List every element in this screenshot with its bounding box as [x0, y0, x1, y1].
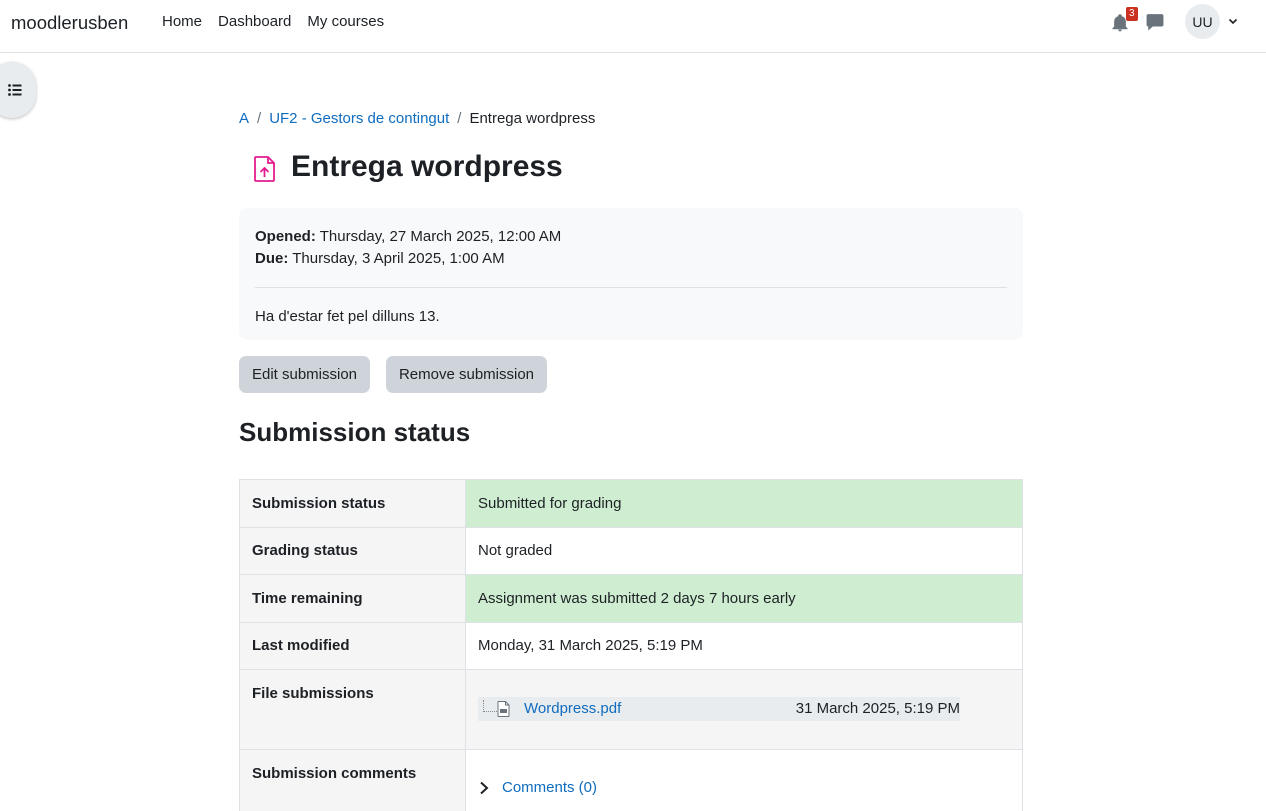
submission-status-value: Submitted for grading: [465, 479, 1023, 528]
site-brand[interactable]: moodlerusben: [11, 12, 128, 34]
remove-submission-button[interactable]: Remove submission: [386, 356, 547, 393]
chevron-right-icon: [480, 781, 489, 794]
breadcrumb-separator: /: [457, 110, 462, 127]
assignment-upload-icon: [254, 156, 275, 182]
file-date: 31 March 2025, 5:19 PM: [795, 700, 960, 717]
table-row: Submission status Submitted for grading: [239, 479, 1023, 528]
nav-home[interactable]: Home: [162, 13, 202, 30]
chat-icon[interactable]: [1146, 13, 1164, 31]
primary-nav: Home Dashboard My courses: [162, 13, 384, 30]
table-row: Last modified Monday, 31 March 2025, 5:1…: [239, 621, 1023, 670]
notification-badge: 3: [1126, 7, 1138, 21]
row-label: Submission status: [239, 479, 466, 528]
row-label: File submissions: [239, 669, 466, 750]
table-row: Grading status Not graded: [239, 526, 1023, 575]
row-label: Grading status: [239, 526, 466, 575]
due-value: Thursday, 3 April 2025, 1:00 AM: [292, 250, 505, 267]
file-link[interactable]: Wordpress.pdf: [524, 700, 621, 717]
nav-my-courses[interactable]: My courses: [307, 13, 384, 30]
user-avatar[interactable]: UU: [1185, 4, 1220, 39]
activity-dates-box: Opened: Thursday, 27 March 2025, 12:00 A…: [239, 208, 1023, 340]
submission-comments-value: Comments (0): [465, 749, 1023, 811]
page-title: Entrega wordpress: [291, 150, 563, 183]
breadcrumb: A / UF2 - Gestors de contingut / Entrega wor…: [239, 110, 595, 127]
file-item: Wordpress.pdf 31 March 2025, 5:19 PM: [478, 697, 960, 721]
comments-toggle[interactable]: Comments (0): [478, 779, 1010, 796]
breadcrumb-course[interactable]: A: [239, 110, 249, 127]
last-modified-value: Monday, 31 March 2025, 5:19 PM: [465, 621, 1023, 670]
course-index-toggle[interactable]: [0, 62, 36, 118]
opened-value: Thursday, 27 March 2025, 12:00 AM: [319, 228, 562, 245]
pdf-file-icon: [497, 701, 510, 717]
row-label: Last modified: [239, 621, 466, 670]
submission-status-table: Submission status Submitted for grading …: [239, 479, 1023, 811]
opened-label: Opened:: [255, 228, 316, 245]
chevron-down-icon[interactable]: [1227, 15, 1239, 27]
file-submissions-value: Wordpress.pdf 31 March 2025, 5:19 PM: [465, 669, 1023, 750]
table-row: Time remaining Assignment was submitted …: [239, 574, 1023, 623]
divider: [255, 287, 1007, 288]
activity-description: Ha d'estar fet pel dilluns 13.: [255, 308, 440, 325]
comments-link[interactable]: Comments (0): [502, 779, 597, 796]
opened-date: Opened: Thursday, 27 March 2025, 12:00 A…: [255, 226, 1007, 248]
row-label: Time remaining: [239, 574, 466, 623]
avatar-initials: UU: [1192, 13, 1213, 30]
time-remaining-value: Assignment was submitted 2 days 7 hours …: [465, 574, 1023, 623]
top-navbar: moodlerusben Home Dashboard My courses 3…: [0, 0, 1266, 53]
list-icon: [8, 84, 22, 96]
breadcrumb-separator: /: [257, 110, 262, 127]
grading-status-value: Not graded: [465, 526, 1023, 575]
row-label: Submission comments: [239, 749, 466, 811]
table-row: File submissions Wordpress.pdf 31 March …: [239, 669, 1023, 750]
section-title: Submission status: [239, 417, 471, 447]
due-date: Due: Thursday, 3 April 2025, 1:00 AM: [255, 248, 1007, 270]
table-row: Submission comments Comments (0): [239, 749, 1023, 811]
breadcrumb-section[interactable]: UF2 - Gestors de contingut: [269, 110, 449, 127]
nav-dashboard[interactable]: Dashboard: [218, 13, 291, 30]
due-label: Due:: [255, 250, 289, 267]
tree-connector: [483, 700, 497, 712]
edit-submission-button[interactable]: Edit submission: [239, 356, 370, 393]
breadcrumb-current: Entrega wordpress: [469, 110, 596, 127]
